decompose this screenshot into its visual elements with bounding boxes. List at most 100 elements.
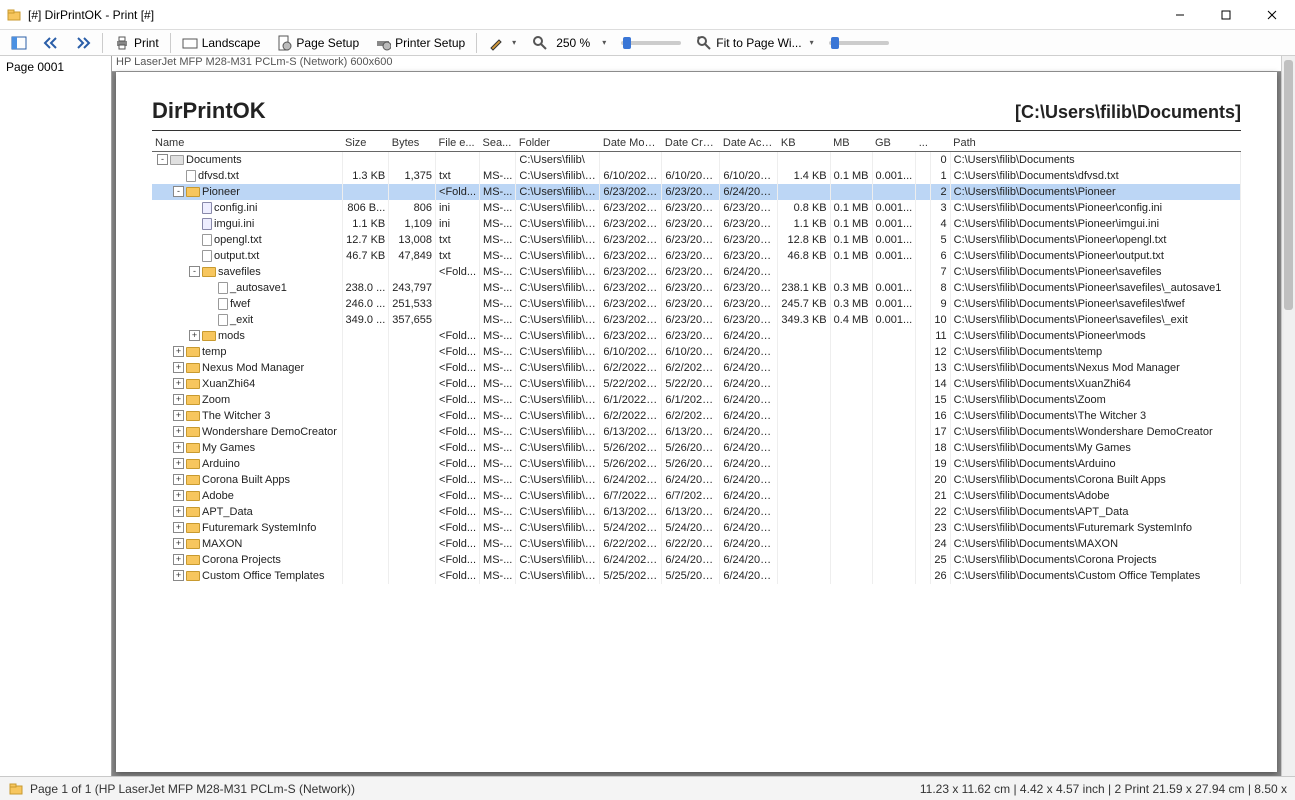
cell	[778, 568, 830, 584]
cell	[778, 184, 830, 200]
column-header[interactable]: File e...	[436, 135, 480, 152]
table-row[interactable]: - savefiles<Fold...MS-...C:\Users\filib\…	[152, 264, 1241, 280]
landscape-button[interactable]: Landscape	[175, 32, 268, 54]
page-setup-button[interactable]: Page Setup	[269, 32, 366, 54]
tree-expander-icon[interactable]: +	[173, 458, 184, 469]
column-header[interactable]: ...	[916, 135, 931, 152]
table-row[interactable]: + APT_Data<Fold...MS-...C:\Users\filib\D…	[152, 504, 1241, 520]
cell: 806 B...	[342, 200, 389, 216]
table-row[interactable]: + Futuremark SystemInfo<Fold...MS-...C:\…	[152, 520, 1241, 536]
tree-expander-icon[interactable]: +	[173, 474, 184, 485]
column-header[interactable]: Folder	[516, 135, 600, 152]
maximize-button[interactable]	[1203, 0, 1249, 30]
table-row[interactable]: config.ini806 B...806iniMS-...C:\Users\f…	[152, 200, 1241, 216]
table-row[interactable]: dfvsd.txt1.3 KB1,375txtMS-...C:\Users\fi…	[152, 168, 1241, 184]
tree-expander-icon[interactable]: +	[173, 394, 184, 405]
prev-pages-button[interactable]	[36, 32, 66, 54]
tree-expander-icon[interactable]: +	[173, 522, 184, 533]
tree-expander-icon[interactable]: +	[173, 570, 184, 581]
cell	[916, 424, 931, 440]
zoom-slider[interactable]	[621, 41, 681, 45]
cell: 6/23/2022 7:...	[720, 248, 778, 264]
cell: 3	[931, 200, 950, 216]
tree-expander-icon[interactable]: -	[173, 186, 184, 197]
thumbnail-pane[interactable]: Page 0001	[0, 56, 112, 776]
column-header[interactable]: Date Creat...	[662, 135, 720, 152]
close-button[interactable]	[1249, 0, 1295, 30]
vertical-scrollbar[interactable]	[1281, 56, 1295, 776]
tree-expander-icon[interactable]: -	[189, 266, 200, 277]
slider-thumb[interactable]	[831, 37, 839, 49]
table-row[interactable]: - Pioneer<Fold...MS-...C:\Users\filib\Do…	[152, 184, 1241, 200]
cell	[830, 520, 872, 536]
column-header[interactable]	[931, 135, 950, 152]
column-header[interactable]: Name	[152, 135, 342, 152]
tree-expander-icon[interactable]: +	[173, 538, 184, 549]
file-name: XuanZhi64	[202, 378, 255, 390]
layout-toggle-button[interactable]	[4, 32, 34, 54]
column-header[interactable]: GB	[872, 135, 916, 152]
column-header[interactable]: Date Acces...	[720, 135, 778, 152]
column-header[interactable]: Path	[950, 135, 1240, 152]
cell	[830, 504, 872, 520]
table-row[interactable]: + XuanZhi64<Fold...MS-...C:\Users\filib\…	[152, 376, 1241, 392]
table-row[interactable]: + temp<Fold...MS-...C:\Users\filib\Doc..…	[152, 344, 1241, 360]
tree-expander-icon[interactable]: +	[173, 506, 184, 517]
table-row[interactable]: + MAXON<Fold...MS-...C:\Users\filib\Doc.…	[152, 536, 1241, 552]
column-header[interactable]: Date Modi...	[600, 135, 662, 152]
pen-tool-button[interactable]: ▾	[481, 32, 523, 54]
file-name: APT_Data	[202, 506, 253, 518]
table-row[interactable]: + Corona Projects<Fold...MS-...C:\Users\…	[152, 552, 1241, 568]
table-row[interactable]: - DocumentsC:\Users\filib\0C:\Users\fili…	[152, 152, 1241, 168]
column-header[interactable]: Sea...	[480, 135, 516, 152]
column-header[interactable]: MB	[830, 135, 872, 152]
tree-expander-icon[interactable]: -	[157, 154, 168, 165]
table-row[interactable]: output.txt46.7 KB47,849txtMS-...C:\Users…	[152, 248, 1241, 264]
table-row[interactable]: _exit349.0 ...357,655MS-...C:\Users\fili…	[152, 312, 1241, 328]
tree-expander-icon[interactable]: +	[189, 330, 200, 341]
table-row[interactable]: + mods<Fold...MS-...C:\Users\filib\Doc..…	[152, 328, 1241, 344]
minimize-button[interactable]	[1157, 0, 1203, 30]
table-row[interactable]: + Nexus Mod Manager<Fold...MS-...C:\User…	[152, 360, 1241, 376]
tree-expander-icon[interactable]: +	[173, 346, 184, 357]
print-button[interactable]: Print	[107, 32, 166, 54]
table-row[interactable]: + Wondershare DemoCreator<Fold...MS-...C…	[152, 424, 1241, 440]
preview-pane[interactable]: HP LaserJet MFP M28-M31 PCLm-S (Network)…	[112, 56, 1295, 776]
table-row[interactable]: + Adobe<Fold...MS-...C:\Users\filib\Doc.…	[152, 488, 1241, 504]
cell: 23	[931, 520, 950, 536]
tree-expander-icon[interactable]: +	[173, 378, 184, 389]
table-row[interactable]: + Custom Office Templates<Fold...MS-...C…	[152, 568, 1241, 584]
table-row[interactable]: opengl.txt12.7 KB13,008txtMS-...C:\Users…	[152, 232, 1241, 248]
fit-select[interactable]: Fit to Page Wi... ▾	[689, 32, 820, 54]
column-header[interactable]: KB	[778, 135, 830, 152]
fit-slider[interactable]	[829, 41, 889, 45]
table-row[interactable]: fwef246.0 ...251,533MS-...C:\Users\filib…	[152, 296, 1241, 312]
table-row[interactable]: + The Witcher 3<Fold...MS-...C:\Users\fi…	[152, 408, 1241, 424]
table-row[interactable]: imgui.ini1.1 KB1,109iniMS-...C:\Users\fi…	[152, 216, 1241, 232]
zoom-select[interactable]: 250 % ▾	[525, 32, 613, 54]
tree-expander-icon[interactable]: +	[173, 490, 184, 501]
table-row[interactable]: + Corona Built Apps<Fold...MS-...C:\User…	[152, 472, 1241, 488]
tree-expander-icon[interactable]: +	[173, 426, 184, 437]
tree-expander-icon[interactable]: +	[173, 554, 184, 565]
tree-expander-icon[interactable]: +	[173, 410, 184, 421]
table-row[interactable]: + Arduino<Fold...MS-...C:\Users\filib\Do…	[152, 456, 1241, 472]
column-header[interactable]: Bytes	[389, 135, 436, 152]
tree-expander-icon[interactable]: +	[173, 362, 184, 373]
cell: MS-...	[480, 344, 516, 360]
table-row[interactable]: _autosave1238.0 ...243,797MS-...C:\Users…	[152, 280, 1241, 296]
table-row[interactable]: + Zoom<Fold...MS-...C:\Users\filib\Doc..…	[152, 392, 1241, 408]
cell: ini	[436, 216, 480, 232]
printer-setup-button[interactable]: Printer Setup	[368, 32, 472, 54]
next-pages-button[interactable]	[68, 32, 98, 54]
file-name: Futuremark SystemInfo	[202, 522, 316, 534]
cell	[872, 552, 916, 568]
scrollbar-thumb[interactable]	[1284, 60, 1293, 310]
cell	[778, 552, 830, 568]
cell: 6/24/2022 1...	[720, 376, 778, 392]
table-row[interactable]: + My Games<Fold...MS-...C:\Users\filib\D…	[152, 440, 1241, 456]
slider-thumb[interactable]	[623, 37, 631, 49]
tree-expander-icon[interactable]: +	[173, 442, 184, 453]
cell	[916, 312, 931, 328]
column-header[interactable]: Size	[342, 135, 389, 152]
